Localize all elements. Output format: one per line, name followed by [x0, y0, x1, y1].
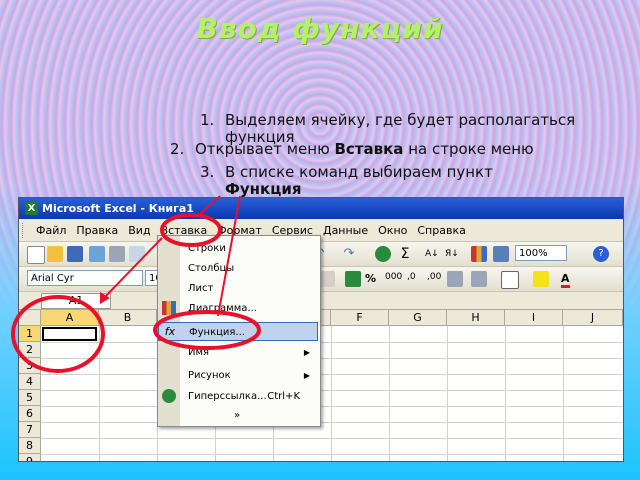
arrow-to-insert-menu	[199, 195, 221, 215]
insert-menu-highlight-circle	[160, 213, 222, 247]
cell-a1-highlight-circle	[11, 295, 105, 373]
arrow-to-function	[217, 195, 241, 317]
arrow-to-cell	[101, 237, 163, 301]
annotation-layer	[11, 195, 261, 373]
function-item-highlight-circle	[153, 310, 261, 350]
